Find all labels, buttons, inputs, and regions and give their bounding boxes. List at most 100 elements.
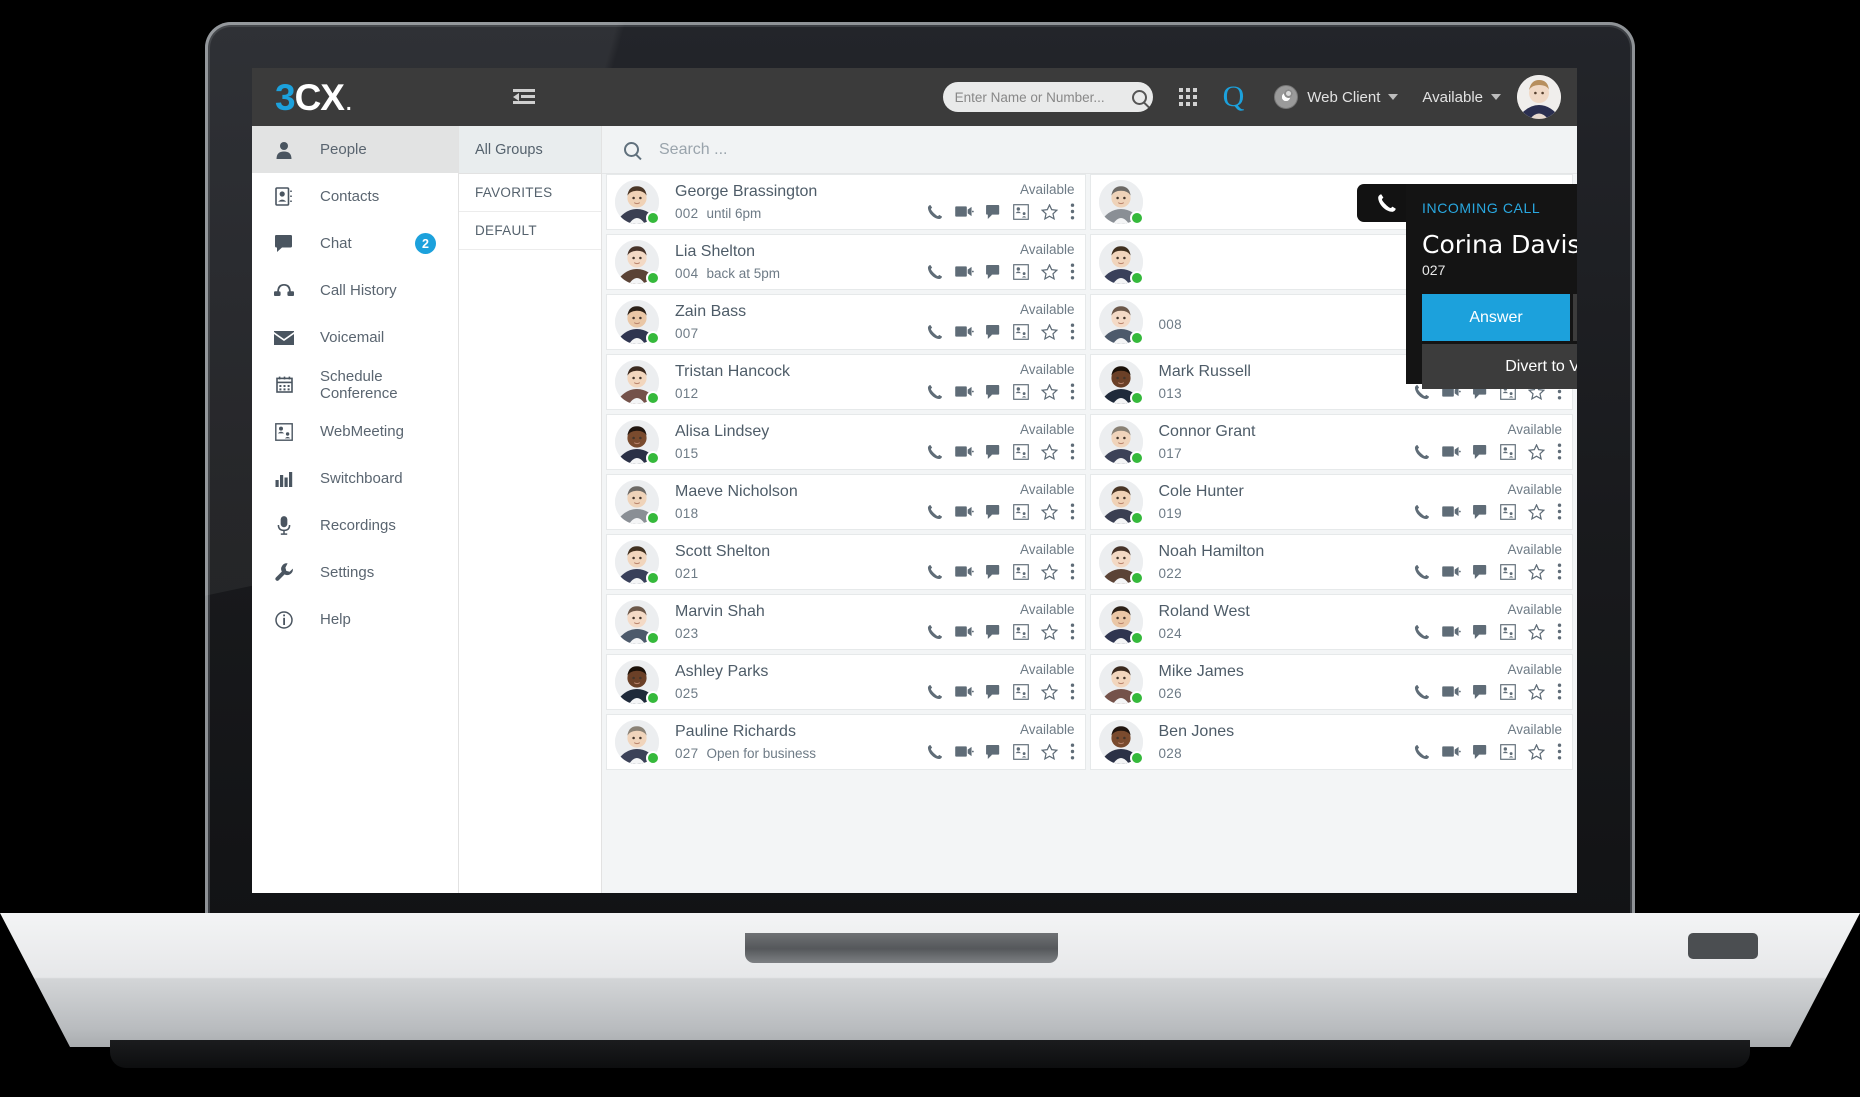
video-call-icon[interactable] xyxy=(954,625,974,638)
list-search-input[interactable] xyxy=(659,140,1079,159)
decline-button[interactable]: Decline xyxy=(1573,294,1577,341)
chat-icon[interactable] xyxy=(985,624,1001,639)
favorite-star-icon[interactable] xyxy=(1040,323,1058,340)
favorite-star-icon[interactable] xyxy=(1040,563,1058,580)
chat-icon[interactable] xyxy=(1473,504,1488,519)
more-options-icon[interactable] xyxy=(1070,623,1075,640)
contact-row[interactable]: Mike James 026 Available xyxy=(1089,654,1573,710)
conference-icon[interactable] xyxy=(1500,743,1516,760)
video-call-icon[interactable] xyxy=(954,385,974,398)
sidebar-item-webmeeting[interactable]: WebMeeting xyxy=(252,408,458,455)
chat-icon[interactable] xyxy=(985,504,1001,519)
conference-icon[interactable] xyxy=(1012,683,1029,700)
favorite-star-icon[interactable] xyxy=(1040,743,1058,760)
contact-row[interactable]: Zain Bass 007 Available xyxy=(606,294,1086,350)
sidebar-item-chat[interactable]: Chat 2 xyxy=(252,220,458,267)
list-search-bar[interactable] xyxy=(602,126,1577,174)
avatar[interactable] xyxy=(1517,75,1561,119)
video-call-icon[interactable] xyxy=(954,265,974,278)
call-icon[interactable] xyxy=(1414,624,1430,640)
video-call-icon[interactable] xyxy=(1442,505,1461,518)
video-call-icon[interactable] xyxy=(1442,745,1461,758)
more-options-icon[interactable] xyxy=(1557,503,1562,520)
video-call-icon[interactable] xyxy=(954,685,974,698)
contact-row[interactable]: Lia Shelton 004 back at 5pm Available xyxy=(606,234,1086,290)
chat-icon[interactable] xyxy=(985,444,1001,459)
conference-icon[interactable] xyxy=(1500,443,1516,460)
conference-icon[interactable] xyxy=(1500,623,1516,640)
group-item-favorites[interactable]: FAVORITES xyxy=(459,174,601,212)
favorite-star-icon[interactable] xyxy=(1040,203,1058,220)
presence-selector[interactable]: Available xyxy=(1422,89,1501,106)
contact-row[interactable]: Scott Shelton 021 Available xyxy=(606,534,1086,590)
contact-row[interactable]: Ashley Parks 025 Available xyxy=(606,654,1086,710)
chat-icon[interactable] xyxy=(1473,444,1488,459)
call-icon[interactable] xyxy=(927,504,943,520)
chat-icon[interactable] xyxy=(985,204,1001,219)
sidebar-item-help[interactable]: Help xyxy=(252,596,458,643)
more-options-icon[interactable] xyxy=(1070,263,1075,280)
q-icon[interactable]: Q xyxy=(1223,82,1245,112)
client-selector[interactable]: Web Client xyxy=(1274,85,1399,109)
chat-icon[interactable] xyxy=(985,564,1001,579)
sidebar-item-voicemail[interactable]: Voicemail xyxy=(252,314,458,361)
video-call-icon[interactable] xyxy=(1442,565,1461,578)
sidebar-item-switchboard[interactable]: Switchboard xyxy=(252,455,458,502)
more-options-icon[interactable] xyxy=(1557,683,1562,700)
call-icon[interactable] xyxy=(927,264,943,280)
call-icon[interactable] xyxy=(1414,564,1430,580)
more-options-icon[interactable] xyxy=(1557,563,1562,580)
more-options-icon[interactable] xyxy=(1070,563,1075,580)
call-icon[interactable] xyxy=(927,564,943,580)
favorite-star-icon[interactable] xyxy=(1528,623,1545,640)
favorite-star-icon[interactable] xyxy=(1040,503,1058,520)
sidebar-item-recordings[interactable]: Recordings xyxy=(252,502,458,549)
conference-icon[interactable] xyxy=(1012,563,1029,580)
contact-row[interactable]: Tristan Hancock 012 Available xyxy=(606,354,1086,410)
search-input[interactable] xyxy=(954,89,1132,105)
more-options-icon[interactable] xyxy=(1070,323,1075,340)
favorite-star-icon[interactable] xyxy=(1528,563,1545,580)
conference-icon[interactable] xyxy=(1012,743,1029,760)
video-call-icon[interactable] xyxy=(954,505,974,518)
video-call-icon[interactable] xyxy=(954,745,974,758)
global-search[interactable] xyxy=(942,82,1153,112)
favorite-star-icon[interactable] xyxy=(1528,443,1545,460)
chat-icon[interactable] xyxy=(985,324,1001,339)
more-options-icon[interactable] xyxy=(1557,623,1562,640)
call-icon[interactable] xyxy=(1414,684,1430,700)
video-call-icon[interactable] xyxy=(954,205,974,218)
divert-to-voicemail-button[interactable]: Divert to Voicemail xyxy=(1422,344,1577,389)
sidebar-item-people[interactable]: People xyxy=(252,126,458,173)
chat-icon[interactable] xyxy=(1473,744,1488,759)
contact-row[interactable]: Pauline Richards 027 Open for business Av… xyxy=(606,714,1086,770)
chat-icon[interactable] xyxy=(1473,624,1488,639)
sidebar-item-schedule-conference[interactable]: Schedule Conference xyxy=(252,361,458,408)
video-call-icon[interactable] xyxy=(954,445,974,458)
more-options-icon[interactable] xyxy=(1070,383,1075,400)
chat-icon[interactable] xyxy=(1473,564,1488,579)
favorite-star-icon[interactable] xyxy=(1528,743,1545,760)
apps-grid-icon[interactable] xyxy=(1178,88,1197,106)
call-icon[interactable] xyxy=(927,204,943,220)
conference-icon[interactable] xyxy=(1012,323,1029,340)
call-icon[interactable] xyxy=(927,684,943,700)
call-icon[interactable] xyxy=(1414,504,1430,520)
contact-row[interactable]: Cole Hunter 019 Available xyxy=(1089,474,1573,530)
favorite-star-icon[interactable] xyxy=(1040,683,1058,700)
conference-icon[interactable] xyxy=(1012,263,1029,280)
favorite-star-icon[interactable] xyxy=(1040,623,1058,640)
chat-icon[interactable] xyxy=(985,684,1001,699)
video-call-icon[interactable] xyxy=(1442,445,1461,458)
contact-row[interactable]: Noah Hamilton 022 Available xyxy=(1089,534,1573,590)
conference-icon[interactable] xyxy=(1500,563,1516,580)
more-options-icon[interactable] xyxy=(1070,683,1075,700)
contact-row[interactable]: Ben Jones 028 Available xyxy=(1089,714,1573,770)
call-icon[interactable] xyxy=(927,624,943,640)
favorite-star-icon[interactable] xyxy=(1528,683,1545,700)
app-logo[interactable]: 3 CX. xyxy=(275,79,351,116)
conference-icon[interactable] xyxy=(1500,503,1516,520)
video-call-icon[interactable] xyxy=(954,565,974,578)
more-options-icon[interactable] xyxy=(1557,743,1562,760)
video-call-icon[interactable] xyxy=(954,325,974,338)
